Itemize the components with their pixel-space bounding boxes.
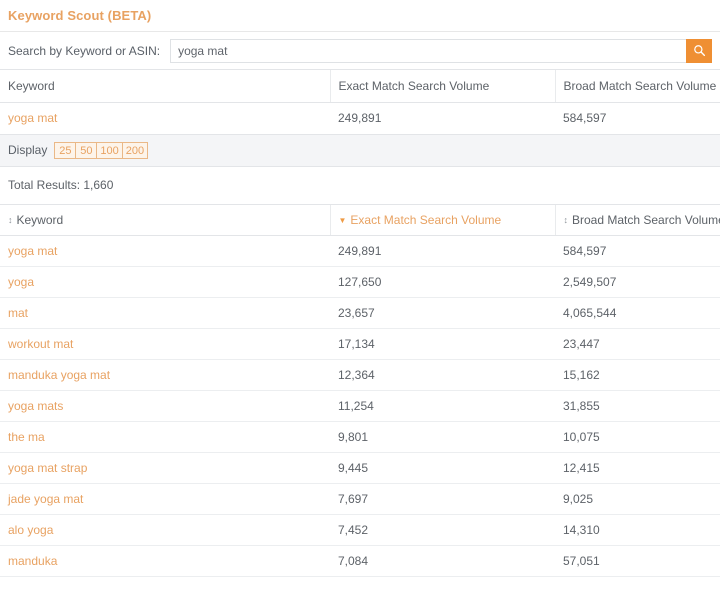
result-cell-exact: 7,084	[330, 545, 555, 577]
search-row: Search by Keyword or ASIN:	[0, 32, 720, 70]
keyword-link[interactable]: manduka	[8, 554, 57, 568]
keyword-link[interactable]: yoga mat	[8, 111, 57, 125]
summary-table-header: Keyword Exact Match Search Volume Broad …	[0, 70, 720, 103]
page-size-button-group: 25 50 100 200	[54, 141, 149, 159]
keyword-link[interactable]: yoga mat strap	[8, 461, 87, 475]
result-cell-exact: 9,445	[330, 452, 555, 484]
result-cell-broad: 10,075	[555, 421, 720, 453]
sort-desc-icon: ▼	[338, 215, 347, 225]
result-cell-broad: 23,447	[555, 328, 720, 360]
sort-both-icon: ↕	[563, 214, 569, 225]
result-cell-broad: 2,549,507	[555, 266, 720, 298]
result-cell-keyword: yoga mat strap	[0, 452, 330, 484]
page-size-button-25[interactable]: 25	[54, 141, 76, 159]
summary-cell-exact: 249,891	[330, 102, 555, 135]
table-row: manduka 7,084 57,051	[0, 545, 720, 577]
results-table-body: yoga mat 249,891 584,597 yoga 127,650 2,549,5…	[0, 235, 720, 577]
result-cell-exact: 23,657	[330, 297, 555, 329]
result-cell-keyword: manduka	[0, 545, 330, 577]
search-input[interactable]	[170, 38, 686, 63]
table-row: manduka yoga mat 12,364 15,162	[0, 359, 720, 391]
table-row: yoga mat 249,891 584,597	[0, 235, 720, 267]
result-cell-keyword: yoga	[0, 266, 330, 298]
summary-col-broad-match: Broad Match Search Volume	[554, 70, 720, 103]
keyword-link[interactable]: yoga mat	[8, 244, 57, 258]
page-title: Keyword Scout (BETA)	[8, 8, 152, 23]
page-header: Keyword Scout (BETA)	[0, 0, 720, 32]
keyword-link[interactable]: yoga mats	[8, 399, 63, 413]
result-cell-keyword: the ma	[0, 421, 330, 453]
display-bar: Display 25 50 100 200	[0, 134, 720, 167]
page-size-button-50[interactable]: 50	[75, 141, 97, 159]
result-cell-broad: 14,310	[555, 514, 720, 546]
summary-table-body: yoga mat 249,891 584,597	[0, 102, 720, 135]
result-cell-keyword: alo yoga	[0, 514, 330, 546]
sort-header-broad-match[interactable]: ↕ Broad Match Search Volume	[554, 204, 720, 236]
result-cell-keyword: jade yoga mat	[0, 483, 330, 515]
table-row: the ma 9,801 10,075	[0, 421, 720, 453]
result-cell-broad: 584,597	[555, 235, 720, 267]
result-cell-keyword: yoga mat	[0, 235, 330, 267]
table-row: yoga mat strap 9,445 12,415	[0, 452, 720, 484]
result-cell-exact: 7,697	[330, 483, 555, 515]
keyword-link[interactable]: workout mat	[8, 337, 73, 351]
keyword-link[interactable]: jade yoga mat	[8, 492, 83, 506]
result-cell-broad: 31,855	[555, 390, 720, 422]
total-results: Total Results: 1,660	[0, 167, 720, 205]
search-label: Search by Keyword or ASIN:	[8, 43, 161, 58]
result-cell-exact: 7,452	[330, 514, 555, 546]
sort-header-exact-match-label: Exact Match Search Volume	[350, 212, 502, 227]
keyword-link[interactable]: mat	[8, 306, 28, 320]
result-cell-keyword: workout mat	[0, 328, 330, 360]
table-row: yoga 127,650 2,549,507	[0, 266, 720, 298]
result-cell-broad: 12,415	[555, 452, 720, 484]
search-icon	[693, 45, 705, 57]
summary-header-row: Keyword Exact Match Search Volume Broad …	[0, 70, 720, 103]
table-row: alo yoga 7,452 14,310	[0, 514, 720, 546]
display-label: Display	[8, 143, 48, 157]
result-cell-exact: 9,801	[330, 421, 555, 453]
results-table-header: ↕ Keyword ▼ Exact Match Search Volume ↕ Bro…	[0, 204, 720, 236]
result-cell-keyword: yoga mats	[0, 390, 330, 422]
sort-both-icon: ↕	[8, 214, 13, 225]
page-size-button-200[interactable]: 200	[121, 141, 149, 159]
result-cell-broad: 57,051	[555, 545, 720, 577]
summary-col-exact-match: Exact Match Search Volume	[329, 70, 555, 103]
result-cell-exact: 127,650	[330, 266, 555, 298]
table-row: mat 23,657 4,065,544	[0, 297, 720, 329]
sort-header-broad-match-label: Broad Match Search Volume	[572, 212, 720, 227]
result-cell-keyword: manduka yoga mat	[0, 359, 330, 391]
page-size-button-100[interactable]: 100	[96, 141, 122, 159]
summary-cell-broad: 584,597	[555, 102, 720, 135]
search-field-wrap	[170, 38, 712, 63]
results-table: ↕ Keyword ▼ Exact Match Search Volume ↕ Bro…	[0, 204, 720, 577]
keyword-link[interactable]: alo yoga	[8, 523, 53, 537]
sort-header-keyword-label: Keyword	[16, 212, 64, 227]
summary-table: Keyword Exact Match Search Volume Broad …	[0, 70, 720, 135]
results-header-row: ↕ Keyword ▼ Exact Match Search Volume ↕ Bro…	[0, 204, 720, 236]
result-cell-exact: 249,891	[330, 235, 555, 267]
table-row: workout mat 17,134 23,447	[0, 328, 720, 360]
sort-header-keyword[interactable]: ↕ Keyword	[0, 204, 330, 236]
keyword-link[interactable]: the ma	[8, 430, 45, 444]
result-cell-broad: 4,065,544	[555, 297, 720, 329]
summary-cell-keyword: yoga mat	[0, 102, 330, 135]
table-row: yoga mat 249,891 584,597	[0, 102, 720, 135]
keyword-link[interactable]: yoga	[8, 275, 34, 289]
result-cell-keyword: mat	[0, 297, 330, 329]
table-row: yoga mats 11,254 31,855	[0, 390, 720, 422]
summary-col-keyword: Keyword	[0, 70, 330, 103]
result-cell-broad: 15,162	[555, 359, 720, 391]
result-cell-exact: 11,254	[330, 390, 555, 422]
keyword-link[interactable]: manduka yoga mat	[8, 368, 110, 382]
result-cell-broad: 9,025	[555, 483, 720, 515]
result-cell-exact: 12,364	[330, 359, 555, 391]
result-cell-exact: 17,134	[330, 328, 555, 360]
table-row: jade yoga mat 7,697 9,025	[0, 483, 720, 515]
search-button[interactable]	[686, 38, 712, 63]
sort-header-exact-match[interactable]: ▼ Exact Match Search Volume	[329, 204, 555, 236]
